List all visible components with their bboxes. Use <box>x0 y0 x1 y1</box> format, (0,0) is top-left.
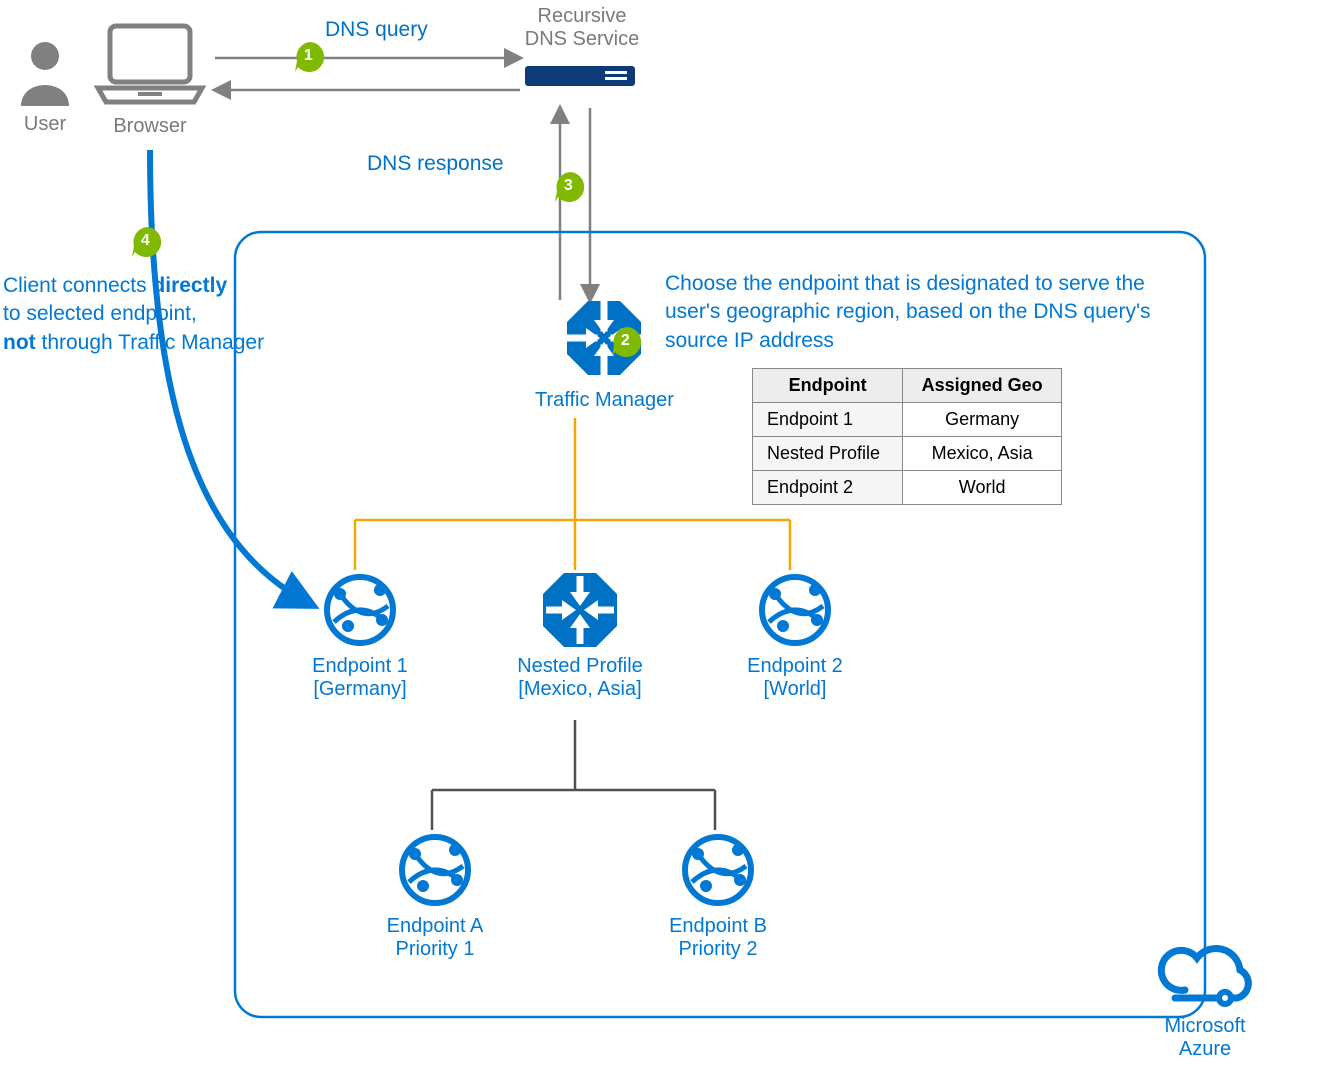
table-row: Endpoint 1Germany <box>753 403 1062 437</box>
step1-marker: 1 <box>293 40 327 74</box>
nested-profile-node: Nested Profile [Mexico, Asia] <box>505 570 655 701</box>
tm-label: Traffic Manager <box>535 389 674 412</box>
geo-table: Endpoint Assigned Geo Endpoint 1Germany … <box>752 368 1062 505</box>
step3-marker: 3 <box>553 170 587 204</box>
traffic-manager-icon <box>540 570 620 650</box>
user-node: User <box>15 38 75 136</box>
step2-marker: 2 <box>610 325 644 359</box>
dns-label-2: DNS Service <box>512 28 652 51</box>
th-endpoint: Endpoint <box>753 369 903 403</box>
step2-desc: Choose the endpoint that is designated t… <box>665 270 1165 355</box>
endpoint2-node: Endpoint 2 [World] <box>735 570 855 701</box>
router-icon <box>525 60 635 92</box>
user-label: User <box>15 113 75 136</box>
endpointB-node: Endpoint B Priority 2 <box>658 830 778 961</box>
endpoint-icon <box>678 830 758 910</box>
laptop-icon <box>90 20 210 110</box>
endpoint-icon <box>320 570 400 650</box>
browser-label: Browser <box>90 115 210 138</box>
azure-node: Microsoft Azure <box>1150 940 1260 1061</box>
th-geo: Assigned Geo <box>903 369 1062 403</box>
endpoint-icon <box>755 570 835 650</box>
browser-node: Browser <box>90 20 210 138</box>
endpoint1-node: Endpoint 1 [Germany] <box>300 570 420 701</box>
step3-label: DNS response <box>367 150 504 178</box>
user-icon <box>15 38 75 108</box>
azure-cloud-icon <box>1155 940 1255 1010</box>
endpointA-node: Endpoint A Priority 1 <box>375 830 495 961</box>
dns-label-1: Recursive <box>512 5 652 28</box>
table-row: Nested ProfileMexico, Asia <box>753 437 1062 471</box>
table-row: Endpoint 2World <box>753 471 1062 505</box>
dns-label-block: Recursive DNS Service <box>512 5 652 51</box>
step4-text: Client connects directly to selected end… <box>3 272 293 357</box>
traffic-manager-node: Traffic Manager <box>535 298 674 412</box>
step1-label: DNS query <box>325 16 428 44</box>
endpoint-icon <box>395 830 475 910</box>
step4-marker: 4 <box>130 225 164 259</box>
dns-device <box>525 60 635 97</box>
